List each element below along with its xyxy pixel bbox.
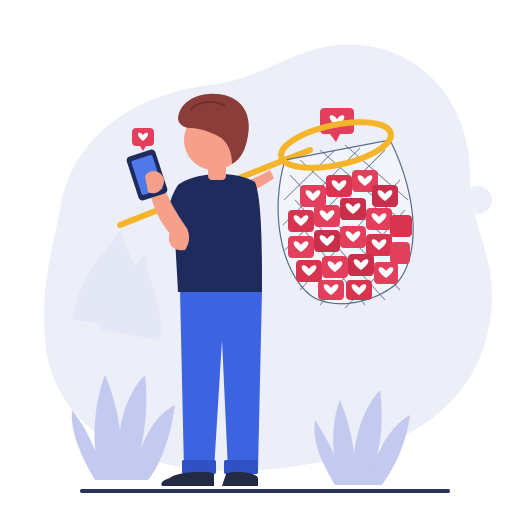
ground-line	[80, 489, 450, 493]
shoes	[161, 471, 258, 486]
illustration-scene	[0, 0, 526, 530]
background-dot	[464, 186, 492, 214]
